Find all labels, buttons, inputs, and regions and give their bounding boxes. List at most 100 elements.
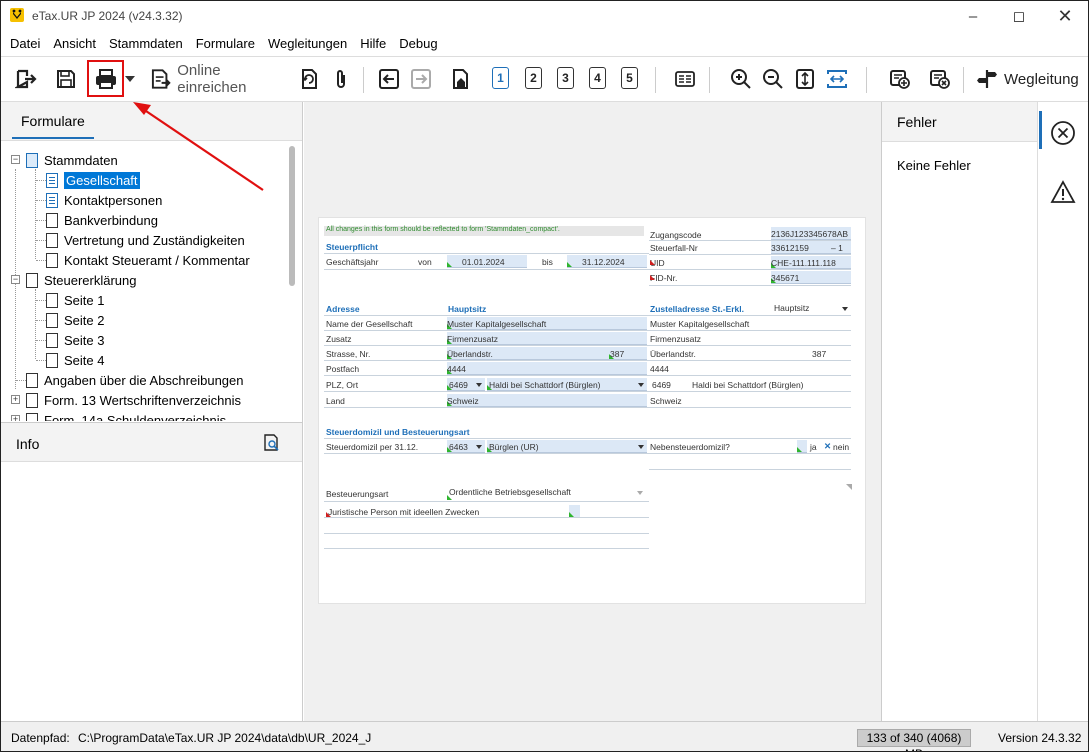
select-zustelladresse[interactable]: Hauptsitz [774,303,851,313]
select-domizil-ort[interactable]: Bürglen (UR) [487,440,647,453]
save-button[interactable] [53,66,79,92]
tree-item-vertretung[interactable]: Vertretung und Zuständigkeiten [46,230,245,250]
warning-triangle-icon[interactable] [1050,180,1076,204]
heading-adresse: Adresse [326,304,360,314]
input-postfach[interactable]: 4444 [447,362,647,375]
tree-item-seite-1[interactable]: Seite 1 [46,290,104,310]
next-button[interactable] [409,66,433,92]
document-icon [46,172,58,188]
checkbox-nein[interactable]: ✕ [824,441,831,452]
print-options-dropdown[interactable] [124,66,136,92]
import-file-icon [302,69,317,89]
corner-marker [846,484,852,490]
menu-ansicht[interactable]: Ansicht [48,32,104,54]
attachment-button[interactable] [330,66,352,92]
save-icon [57,70,75,88]
tree-item-stammdaten[interactable]: Stammdaten [26,150,118,170]
previous-button[interactable] [377,66,401,92]
tree-item-form-13[interactable]: Form. 13 Wertschriftenverzeichnis [26,390,241,410]
home-document-icon [453,69,468,89]
data-path: C:\ProgramData\eTax.UR JP 2024\data\db\U… [78,731,372,745]
error-marker [650,275,655,280]
zustell-strasse: Überlandstr. [650,349,696,359]
input-zusatz[interactable]: Firmenzusatz [447,332,647,345]
arrow-right-icon [411,69,431,89]
input-name[interactable]: Muster Kapitalgesellschaft [447,317,647,330]
expand-form-14a-icon[interactable]: + [11,415,20,421]
input-uid[interactable]: CHE-111.111.118 [771,256,851,269]
online-submit-label: Online einreichen [177,62,247,96]
minimize-button[interactable]: – [950,1,996,31]
menu-stammdaten[interactable]: Stammdaten [104,32,191,54]
tree-item-bankverbindung[interactable]: Bankverbindung [46,210,158,230]
select-ort[interactable]: Haldi bei Schattdorf (Bürglen) [487,378,647,391]
toolbar-separator [709,67,710,93]
zustell-ort: Haldi bei Schattdorf (Bürglen) [692,380,804,390]
input-von[interactable]: 01.01.2024 [447,255,527,268]
chevron-down-icon [638,383,644,387]
page-1-button[interactable]: 1 [492,67,509,89]
home-form-button[interactable] [449,66,473,92]
menu-datei[interactable]: Datei [5,32,48,54]
tree-item-seite-3[interactable]: Seite 3 [46,330,104,350]
select-besteuerungsart[interactable]: Ordentliche Betriebsgesellschaft [447,487,647,500]
label-bis: bis [542,257,553,267]
errors-circle-x-icon[interactable] [1050,120,1076,146]
zoom-in-button[interactable] [729,66,753,92]
menu-wegleitungen[interactable]: Wegleitungen [263,32,355,54]
tree-item-abschreibungen[interactable]: Angaben über die Abschreibungen [26,370,244,390]
tree-item-kontakt-steueramt[interactable]: Kontakt Steueramt / Kommentar [46,250,250,270]
document-icon [26,272,38,288]
input-fid[interactable]: 345671 [771,271,851,284]
tree-item-kontaktpersonen[interactable]: Kontaktpersonen [46,190,162,210]
form-tree: − Stammdaten Gesellschaft Kontaktpersone… [1,149,291,421]
form-view-button[interactable] [673,66,697,92]
input-strasse[interactable]: Überlandstr. 387 [447,347,647,360]
checkbox-ja[interactable] [797,440,807,453]
tree-scrollbar[interactable] [289,146,295,286]
maximize-button[interactable]: ◻ [996,1,1042,31]
fit-width-button[interactable] [825,66,849,92]
guide-button[interactable]: Wegleitung [976,66,1080,92]
zoom-out-button[interactable] [761,66,785,92]
label-steuerfall: Steuerfall-Nr [650,243,698,253]
menu-hilfe[interactable]: Hilfe [355,32,394,54]
toolbar-separator [963,67,964,93]
page-4-button[interactable]: 4 [589,67,606,89]
exit-button[interactable] [13,66,39,92]
add-form-button[interactable] [888,66,912,92]
import-button[interactable] [298,66,322,92]
paperclip-icon [337,70,345,88]
status-bar: Datenpfad: C:\ProgramData\eTax.UR JP 202… [1,721,1088,751]
tab-formulare[interactable]: Formulare [12,113,94,139]
tree-item-seite-2[interactable]: Seite 2 [46,310,104,330]
input-land[interactable]: Schweiz [447,394,647,407]
collapse-stammdaten-icon[interactable]: − [11,155,20,164]
expand-form-13-icon[interactable]: + [11,395,20,404]
errors-panel: Fehler Keine Fehler [881,102,1037,721]
tree-item-form-14a[interactable]: Form. 14a Schuldenverzeichnis [26,410,226,421]
tree-item-gesellschaft[interactable]: Gesellschaft [46,170,140,190]
guide-label: Wegleitung [1004,70,1079,88]
online-submit-button[interactable]: Online einreichen [150,62,290,96]
page-2-button[interactable]: 2 [525,67,542,89]
document-icon [26,372,38,388]
fit-height-button[interactable] [793,66,817,92]
collapse-steuererklaerung-icon[interactable]: − [11,275,20,284]
page-5-button[interactable]: 5 [621,67,638,89]
select-plz[interactable]: 6469 [447,378,485,391]
input-bis[interactable]: 31.12.2024 [567,255,647,268]
select-domizil-plz[interactable]: 6463 [447,440,485,453]
menu-debug[interactable]: Debug [394,32,445,54]
close-window-button[interactable]: ✕ [1042,1,1088,31]
input-steuerfall[interactable]: 33612159– 1 [771,241,851,254]
menu-formulare[interactable]: Formulare [191,32,263,54]
zoom-out-icon [763,69,783,89]
search-document-icon[interactable] [263,434,281,452]
page-3-button[interactable]: 3 [557,67,574,89]
remove-form-button[interactable] [928,66,952,92]
label-postfach: Postfach [326,364,360,374]
tree-item-steuererklaerung[interactable]: Steuererklärung [26,270,137,290]
input-zugangscode[interactable]: 2136J123345678AB [771,227,851,240]
tree-item-seite-4[interactable]: Seite 4 [46,350,104,370]
